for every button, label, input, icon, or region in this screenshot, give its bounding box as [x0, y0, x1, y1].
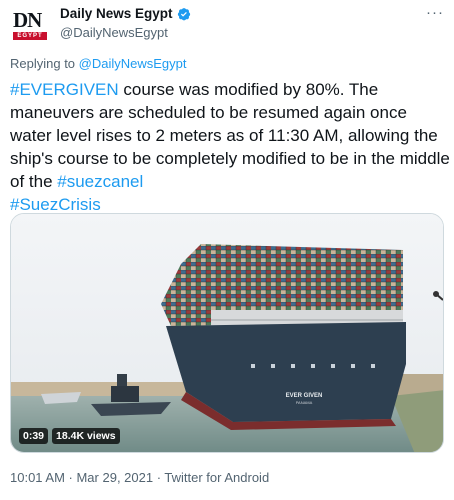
verified-badge-icon	[177, 7, 191, 21]
hashtag-suezcanel[interactable]: #suezcanel	[57, 172, 143, 191]
logo-dn-text: DN	[13, 8, 42, 32]
hashtag-evergiven[interactable]: #EVERGIVEN	[10, 80, 119, 99]
tweet-timestamp[interactable]: 10:01 AM · Mar 29, 2021 · Twitter for An…	[10, 470, 269, 485]
display-name[interactable]: Daily News Egypt	[60, 6, 173, 21]
video-player[interactable]: EVER GIVEN PANAMA 0:39 18.4K views	[10, 213, 444, 453]
more-options-icon[interactable]: ···	[426, 4, 444, 21]
video-views: 18.4K views	[52, 428, 120, 444]
tweet-text: #EVERGIVEN course was modified by 80%. T…	[10, 78, 450, 216]
video-badges: 0:39 18.4K views	[19, 428, 120, 444]
ship-port-text: PANAMA	[296, 400, 313, 405]
hashtag-suezcrisis[interactable]: #SuezCrisis	[10, 195, 101, 214]
video-duration: 0:39	[19, 428, 49, 444]
author-handle[interactable]: @DailyNewsEgypt	[60, 25, 168, 40]
replying-to: Replying to @DailyNewsEgypt	[10, 56, 187, 71]
logo-egypt-text: EGYPT	[13, 32, 47, 40]
ship-name-text: EVER GIVEN	[286, 393, 323, 399]
author-name-row: Daily News Egypt	[60, 6, 191, 21]
replying-to-link[interactable]: @DailyNewsEgypt	[79, 56, 187, 71]
replying-prefix: Replying to	[10, 56, 79, 71]
video-frame: EVER GIVEN PANAMA	[11, 214, 443, 452]
tweet-card: DN EGYPT Daily News Egypt @DailyNewsEgyp…	[0, 0, 454, 500]
avatar[interactable]: DN EGYPT	[10, 7, 50, 47]
